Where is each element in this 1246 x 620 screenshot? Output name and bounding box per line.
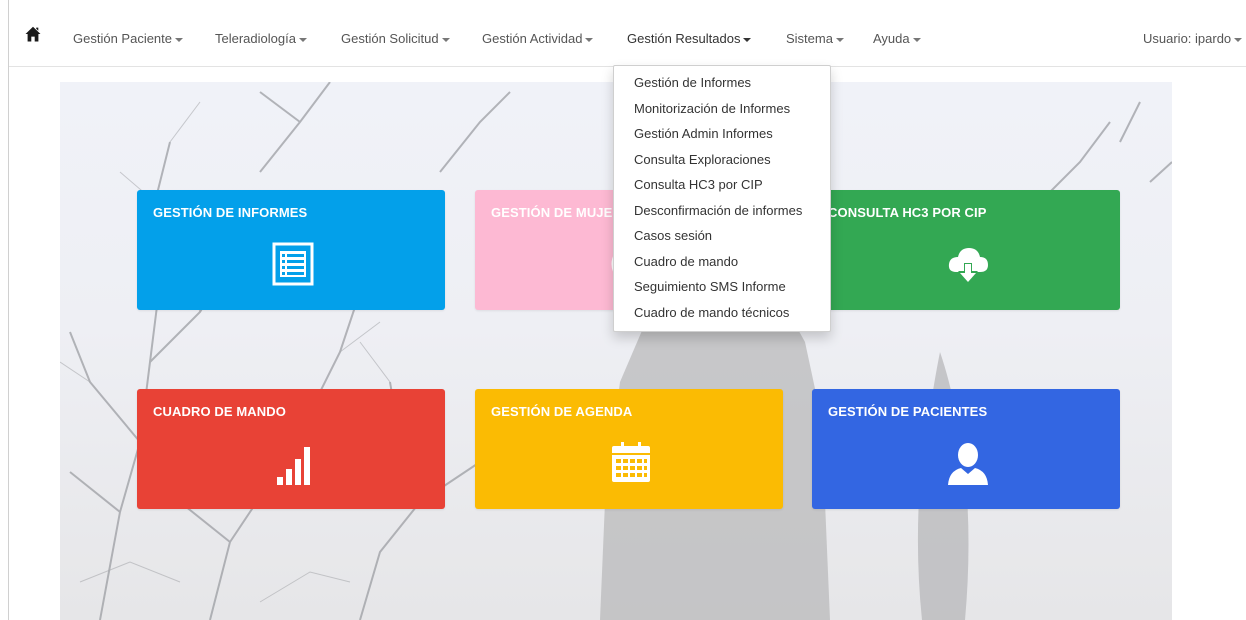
menu-item-casos-sesion[interactable]: Casos sesión <box>634 228 712 244</box>
report-list-icon <box>272 242 314 286</box>
tile-label: CONSULTA HC3 POR CIP <box>828 205 987 220</box>
caret-down-icon <box>298 37 307 42</box>
menu-item-consulta-hc3[interactable]: Consulta HC3 por CIP <box>634 177 763 193</box>
nav-ayuda[interactable]: Ayuda <box>873 31 921 47</box>
nav-label: Gestión Paciente <box>73 31 173 46</box>
home-icon[interactable] <box>25 26 41 42</box>
menu-item-gestion-informes[interactable]: Gestión de Informes <box>634 75 751 91</box>
top-navbar: Gestión Paciente Teleradiología Gestión … <box>9 0 1246 67</box>
tile-label: GESTIÓN DE AGENDA <box>491 404 633 419</box>
nav-gestion-actividad[interactable]: Gestión Actividad <box>482 31 594 47</box>
nav-sistema[interactable]: Sistema <box>786 31 844 47</box>
tile-gestion-agenda[interactable]: GESTIÓN DE AGENDA <box>475 389 783 509</box>
tile-cuadro-mando[interactable]: CUADRO DE MANDO <box>137 389 445 509</box>
nav-label: Ayuda <box>873 31 910 46</box>
user-label: Usuario: ipardo <box>1143 31 1232 46</box>
tile-gestion-informes[interactable]: GESTIÓN DE INFORMES <box>137 190 445 310</box>
nav-teleradiologia[interactable]: Teleradiología <box>215 31 307 47</box>
user-icon <box>948 443 988 485</box>
caret-down-icon <box>835 37 844 42</box>
menu-item-cuadro-mando[interactable]: Cuadro de mando <box>634 254 738 270</box>
menu-item-gestion-admin-informes[interactable]: Gestión Admin Informes <box>634 126 773 142</box>
nav-user-menu[interactable]: Usuario: ipardo <box>1143 31 1243 47</box>
caret-down-icon <box>175 37 184 42</box>
caret-down-icon <box>441 37 450 42</box>
nav-label: Gestión Resultados <box>627 31 741 46</box>
cloud-download-icon <box>948 248 988 282</box>
nav-label: Teleradiología <box>215 31 296 46</box>
caret-down-icon <box>743 37 752 42</box>
nav-gestion-resultados[interactable]: Gestión Resultados <box>627 31 752 47</box>
caret-down-icon <box>912 37 921 42</box>
menu-item-cuadro-mando-tecnicos[interactable]: Cuadro de mando técnicos <box>634 305 789 321</box>
menu-item-seguimiento-sms[interactable]: Seguimiento SMS Informe <box>634 279 786 295</box>
menu-item-monitorizacion-informes[interactable]: Monitorización de Informes <box>634 101 790 117</box>
tile-label: GESTIÓN DE INFORMES <box>153 205 308 220</box>
tile-label: CUADRO DE MANDO <box>153 404 286 419</box>
nav-gestion-solicitud[interactable]: Gestión Solicitud <box>341 31 450 47</box>
tile-gestion-pacientes[interactable]: GESTIÓN DE PACIENTES <box>812 389 1120 509</box>
caret-down-icon <box>1234 37 1243 42</box>
window-left-border <box>0 0 9 620</box>
tile-consulta-hc3[interactable]: CONSULTA HC3 POR CIP <box>812 190 1120 310</box>
nav-label: Gestión Solicitud <box>341 31 439 46</box>
tile-label: GESTIÓN DE MUJE <box>491 205 613 220</box>
menu-item-consulta-exploraciones[interactable]: Consulta Exploraciones <box>634 152 771 168</box>
bar-chart-icon <box>277 447 310 485</box>
nav-label: Sistema <box>786 31 833 46</box>
calendar-icon <box>612 442 650 482</box>
menu-item-desconfirmacion-informes[interactable]: Desconfirmación de informes <box>634 203 802 219</box>
nav-gestion-paciente[interactable]: Gestión Paciente <box>73 31 184 47</box>
caret-down-icon <box>585 37 594 42</box>
nav-label: Gestión Actividad <box>482 31 583 46</box>
dropdown-gestion-resultados: Gestión de Informes Monitorización de In… <box>613 65 831 332</box>
tile-label: GESTIÓN DE PACIENTES <box>828 404 988 419</box>
